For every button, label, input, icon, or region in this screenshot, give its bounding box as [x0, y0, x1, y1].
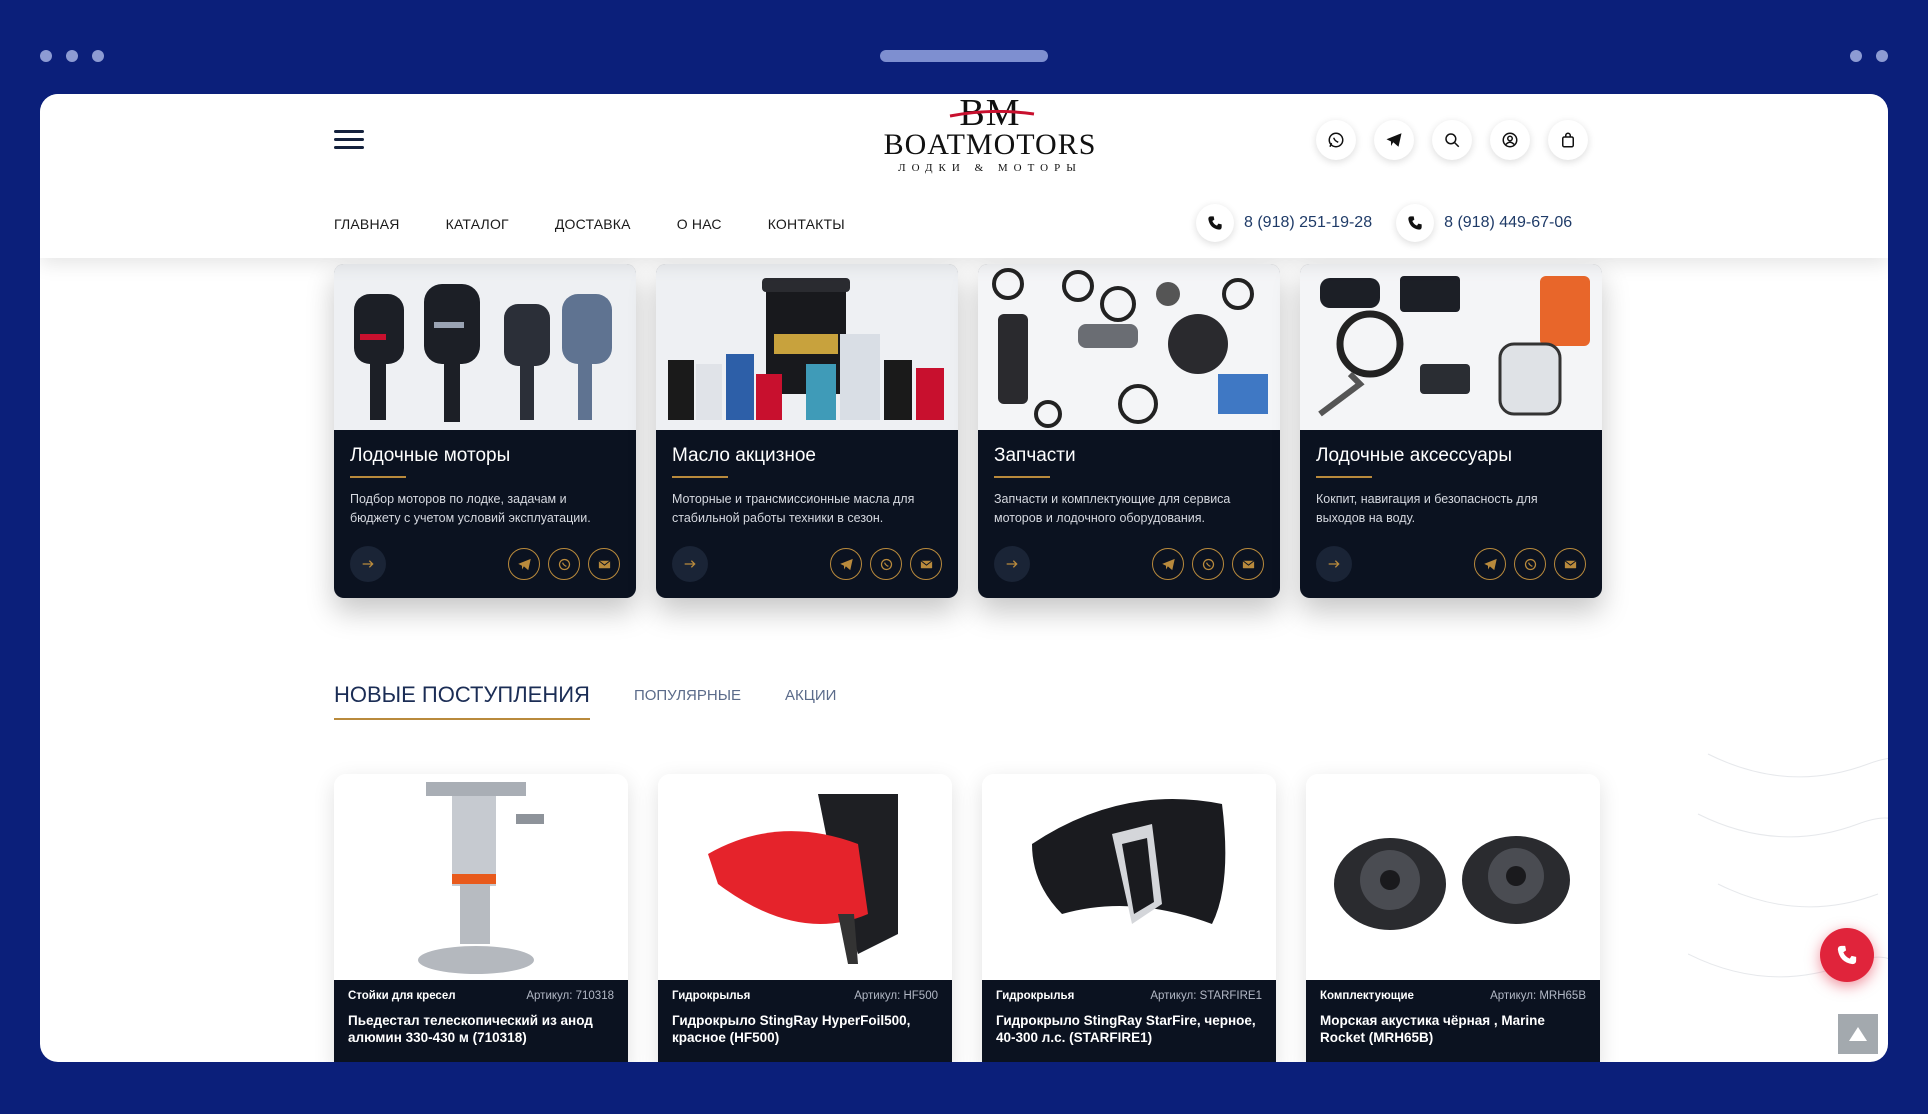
- page-viewport: BM BOATMOTORS ЛОДКИ & МОТОРЫ ГЛАВНАЯ КАТ…: [40, 94, 1888, 1062]
- nav-catalog[interactable]: КАТАЛОГ: [446, 216, 509, 232]
- phone-icon: [1396, 204, 1435, 242]
- category-desc: Подбор моторов по лодке, задачам и бюдже…: [350, 492, 591, 525]
- tab-new-arrivals[interactable]: НОВЫЕ ПОСТУПЛЕНИЯ: [334, 682, 590, 720]
- scroll-to-top-button[interactable]: [1838, 1014, 1878, 1054]
- product-tabs: НОВЫЕ ПОСТУПЛЕНИЯ ПОПУЛЯРНЫЕ АКЦИИ: [334, 682, 836, 720]
- whatsapp-icon[interactable]: [870, 548, 902, 580]
- category-image-accessories: [1300, 264, 1602, 430]
- mail-icon[interactable]: [1554, 548, 1586, 580]
- whatsapp-icon[interactable]: [548, 548, 580, 580]
- category-image-oil: [656, 264, 958, 430]
- window-dots-right: [1850, 50, 1888, 62]
- menu-icon[interactable]: [334, 126, 366, 152]
- category-divider: [1316, 476, 1372, 478]
- phone-number-1: 8 (918) 251-19-28: [1244, 214, 1373, 231]
- product-category: Стойки для кресел: [348, 990, 456, 1002]
- user-icon[interactable]: [1490, 120, 1530, 160]
- product-image: [658, 774, 952, 980]
- window-dots-left: [40, 50, 104, 62]
- category-cards: Лодочные моторы Подбор моторов по лодке,…: [334, 264, 1602, 598]
- header-icons: [1316, 120, 1588, 160]
- product-name: Пьедестал телескопический из анод алюмин…: [348, 1013, 593, 1045]
- arrow-right-icon[interactable]: [994, 546, 1030, 582]
- logo-swoosh-icon: [949, 110, 1035, 118]
- whatsapp-icon[interactable]: [1514, 548, 1546, 580]
- product-grid: Стойки для кресел Артикул: 710318 Пьедес…: [334, 774, 1600, 1062]
- tab-sales[interactable]: АКЦИИ: [785, 687, 836, 720]
- category-title: Запчасти: [994, 445, 1076, 466]
- address-bar[interactable]: [880, 50, 1048, 62]
- logo-tagline: ЛОДКИ & МОТОРЫ: [898, 162, 1082, 174]
- category-desc: Моторные и трансмиссионные масла для ста…: [672, 492, 915, 525]
- product-category: Комплектующие: [1320, 990, 1414, 1002]
- category-title: Масло акцизное: [672, 445, 816, 466]
- nav-home[interactable]: ГЛАВНАЯ: [334, 216, 400, 232]
- mail-icon[interactable]: [588, 548, 620, 580]
- phone-link-2[interactable]: 8 (918) 449-67-06: [1396, 204, 1572, 242]
- cart-icon[interactable]: [1548, 120, 1588, 160]
- mail-icon[interactable]: [1232, 548, 1264, 580]
- category-title: Лодочные моторы: [350, 445, 511, 466]
- arrow-right-icon[interactable]: [672, 546, 708, 582]
- category-image-parts: [978, 264, 1280, 430]
- mail-icon[interactable]: [910, 548, 942, 580]
- nav-contacts[interactable]: КОНТАКТЫ: [768, 216, 845, 232]
- product-image: [334, 774, 628, 980]
- product-card[interactable]: Комплектующие Артикул: MRH65B Морская ак…: [1306, 774, 1600, 1062]
- product-sku: Артикул: HF500: [854, 990, 938, 1002]
- category-divider: [994, 476, 1050, 478]
- arrow-right-icon[interactable]: [1316, 546, 1352, 582]
- phone-icon: [1837, 945, 1857, 965]
- product-category: Гидрокрылья: [996, 990, 1075, 1002]
- telegram-icon[interactable]: [1374, 120, 1414, 160]
- telegram-icon[interactable]: [1474, 548, 1506, 580]
- product-image: [1306, 774, 1600, 980]
- nav-about[interactable]: О НАС: [677, 216, 722, 232]
- phone-link-1[interactable]: 8 (918) 251-19-28: [1196, 204, 1372, 242]
- telegram-icon[interactable]: [508, 548, 540, 580]
- category-card-oil[interactable]: Масло акцизное Моторные и трансмиссионны…: [656, 264, 958, 598]
- product-image: [982, 774, 1276, 980]
- logo-name: BOATMOTORS: [883, 128, 1097, 161]
- arrow-up-icon: [1849, 1027, 1867, 1041]
- category-card-accessories[interactable]: Лодочные аксессуары Кокпит, навигация и …: [1300, 264, 1602, 598]
- call-button[interactable]: [1820, 928, 1874, 982]
- product-sku: Артикул: 710318: [526, 990, 614, 1002]
- tab-popular[interactable]: ПОПУЛЯРНЫЕ: [634, 687, 741, 720]
- category-divider: [350, 476, 406, 478]
- nav-delivery[interactable]: ДОСТАВКА: [555, 216, 631, 232]
- product-card[interactable]: Гидрокрылья Артикул: HF500 Гидрокрыло St…: [658, 774, 952, 1062]
- arrow-right-icon[interactable]: [350, 546, 386, 582]
- header-phones: 8 (918) 251-19-28 8 (918) 449-67-06: [1196, 204, 1572, 242]
- phone-number-2: 8 (918) 449-67-06: [1444, 214, 1573, 231]
- product-card[interactable]: Стойки для кресел Артикул: 710318 Пьедес…: [334, 774, 628, 1062]
- whatsapp-icon[interactable]: [1316, 120, 1356, 160]
- category-title: Лодочные аксессуары: [1316, 445, 1512, 466]
- category-card-motors[interactable]: Лодочные моторы Подбор моторов по лодке,…: [334, 264, 636, 598]
- whatsapp-icon[interactable]: [1192, 548, 1224, 580]
- product-card[interactable]: Гидрокрылья Артикул: STARFIRE1 Гидрокрыл…: [982, 774, 1276, 1062]
- main-nav: ГЛАВНАЯ КАТАЛОГ ДОСТАВКА О НАС КОНТАКТЫ: [334, 216, 845, 232]
- telegram-icon[interactable]: [830, 548, 862, 580]
- product-name: Гидрокрыло StingRay HyperFoil500, красно…: [672, 1013, 911, 1045]
- category-image-motors: [334, 264, 636, 430]
- phone-icon: [1196, 204, 1234, 242]
- product-sku: Артикул: STARFIRE1: [1150, 990, 1262, 1002]
- product-name: Гидрокрыло StingRay StarFire, черное, 40…: [996, 1013, 1256, 1045]
- telegram-icon[interactable]: [1152, 548, 1184, 580]
- topo-pattern-decoration: [1688, 753, 1888, 1034]
- site-logo[interactable]: BM BOATMOTORS ЛОДКИ & МОТОРЫ: [870, 94, 1110, 186]
- product-sku: Артикул: MRH65B: [1490, 990, 1586, 1002]
- product-category: Гидрокрылья: [672, 990, 751, 1002]
- search-icon[interactable]: [1432, 120, 1472, 160]
- category-desc: Запчасти и комплектующие для сервиса мот…: [994, 492, 1231, 525]
- category-desc: Кокпит, навигация и безопасность для вых…: [1316, 492, 1538, 525]
- category-divider: [672, 476, 728, 478]
- site-header: BM BOATMOTORS ЛОДКИ & МОТОРЫ ГЛАВНАЯ КАТ…: [40, 94, 1888, 258]
- category-card-parts[interactable]: Запчасти Запчасти и комплектующие для се…: [978, 264, 1280, 598]
- product-name: Морская акустика чёрная , Marine Rocket …: [1320, 1013, 1545, 1045]
